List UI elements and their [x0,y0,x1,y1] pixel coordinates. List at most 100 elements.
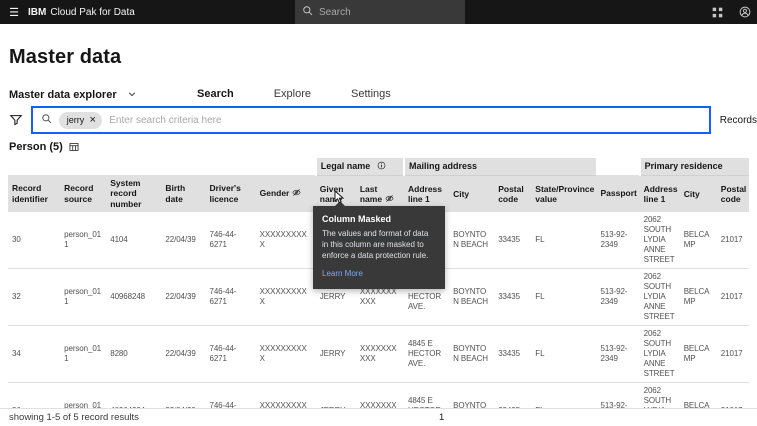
table-cell: 4104 [106,211,162,269]
table-cell: 21017 [716,211,749,269]
tab-explore[interactable]: Explore [254,82,331,108]
info-icon[interactable] [377,161,386,170]
column-header-passport[interactable]: Passport [596,175,640,212]
user-avatar-icon[interactable] [739,6,751,18]
tooltip-title: Column Masked [322,214,392,224]
column-group-row: Legal name Mailing address Primary residen… [8,158,749,176]
global-search-input[interactable] [319,6,458,18]
table-cell: 2062 SOUTH LYDIA ANNE STREET [639,211,680,269]
table-cell: XXXXXXXXXX [255,382,316,408]
table-cell: 40964224 [106,382,162,408]
page-title: Master data [9,46,122,68]
explorer-label: Master data explorer [9,89,117,101]
column-header-record-identifier[interactable]: Record identifier [8,175,61,212]
column-header-label: Gender [259,188,290,199]
tab-settings[interactable]: Settings [331,82,411,108]
app-window: ☰ IBMCloud Pak for Data Master data Mast… [0,0,757,426]
column-header-birth-date[interactable]: Birth date [161,175,206,212]
table-cell: BOYNTON BEACH [449,268,495,326]
column-header-label: Record identifier [12,183,48,204]
table-cell: 22/04/39 [161,382,206,408]
table-cell: BELCAMP [679,325,717,383]
column-header-city[interactable]: City [679,175,717,212]
table-cell: BOYNTON BEACH [449,382,495,408]
column-header-postal-code[interactable]: Postal code [494,175,532,212]
table-cell: XXXXXXXXXX [255,268,316,326]
search-criteria-row: jerry × Records [0,106,757,134]
column-header-postal-code[interactable]: Postal code [716,175,749,212]
grid-icon[interactable] [712,7,723,18]
table-cell: 21017 [716,268,749,326]
table-cell: 513-92-2349 [596,325,640,383]
table-cell: person_011 [60,268,107,326]
column-header-system-record-number[interactable]: System record number [106,175,162,212]
app-title: IBM Cloud Pak for Data [28,7,135,18]
column-group-legal-name: Legal name [314,158,404,176]
table-cell: XXXXXXXXXX [255,325,316,383]
table-cell: 2062 SOUTH LYDIA ANNE STREET [639,268,680,326]
close-icon[interactable]: × [85,113,100,128]
search-criteria-box[interactable]: jerry × [30,106,711,134]
masked-icon[interactable] [292,188,301,197]
column-header-state-province-value[interactable]: State/Province value [531,175,597,212]
master-data-explorer-dropdown[interactable]: Master data explorer [9,82,177,108]
table-cell: FL [531,211,597,269]
global-search[interactable] [295,0,465,24]
table-cell: BOYNTON BEACH [449,325,495,383]
table-settings-icon[interactable] [69,142,79,152]
table-cell: XXXXXXXXXX [255,211,316,269]
table-row[interactable]: 36person_0114096422422/04/39746-44-6271X… [8,382,749,408]
column-header-label: Address line 1 [407,183,442,204]
column-header-address-line-1[interactable]: Address line 1 [639,175,680,212]
table-cell: person_011 [60,382,107,408]
table-cell: 746-44-6271 [205,268,256,326]
learn-more-link[interactable]: Learn More [322,269,363,278]
column-header-driver-s-licence[interactable]: Driver's licence [205,175,256,212]
table-cell: 21017 [716,325,749,383]
search-icon [302,3,313,21]
filter-icon[interactable] [9,113,29,127]
column-header-label: City [683,188,700,199]
table-cell: 33435 [494,268,532,326]
column-header-label: Postal code [498,183,524,204]
table-cell: FL [531,382,597,408]
table-cell: FL [531,268,597,326]
tab-search[interactable]: Search [177,82,254,108]
table-cell: 32 [8,268,61,326]
table-cell: 746-44-6271 [205,382,256,408]
table-row[interactable]: 34 person_011 8280 22/04/39 746-44-6271 XXXXX… [8,325,749,383]
table-cell: 8280 [106,325,162,383]
app-header: ☰ IBM Cloud Pak for Data [0,0,757,24]
column-header-label: Driver's licence [209,183,241,204]
table-cell: 4845 E HECTOR AVE [403,382,450,408]
results-footer: showing 1-5 of 5 record results 1 [0,408,757,426]
column-masked-tooltip: Column Masked The values and format of d… [313,201,445,289]
search-criteria-input[interactable] [109,114,701,126]
search-icon [41,111,52,129]
masked-icon[interactable] [385,194,394,203]
column-header-gender[interactable]: Gender [255,175,316,212]
menu-icon[interactable]: ☰ [0,0,28,24]
chevron-down-icon [127,89,137,102]
header-actions [712,0,751,24]
table-cell: 22/04/39 [161,211,206,269]
table-cell: 34 [8,325,61,383]
table-cell: BELCAMP [679,211,717,269]
records-button[interactable]: Records [720,115,757,126]
pagination-page[interactable]: 1 [434,411,449,424]
results-summary: showing 1-5 of 5 record results [9,412,139,423]
table-cell: 2062 SOUTH LYDIA ANNE STREET [639,382,680,408]
column-group-label: Mailing address [408,161,478,171]
table-cell: 746-44-6271 [205,325,256,383]
column-header-label: City [453,188,470,199]
table-cell: 40968248 [106,268,162,326]
column-header-record-source[interactable]: Record source [60,175,107,212]
table-cell: JERRY [315,382,356,408]
table-cell: 36 [8,382,61,408]
column-header-city[interactable]: City [449,175,495,212]
table-cell: BELCAMP [679,382,717,408]
search-term-label: jerry [66,115,85,125]
table-cell: XXXXXXXXXX [355,382,404,408]
table-cell: 22/04/39 [161,325,206,383]
table-cell: 2062 SOUTH LYDIA ANNE STREET [639,325,680,383]
